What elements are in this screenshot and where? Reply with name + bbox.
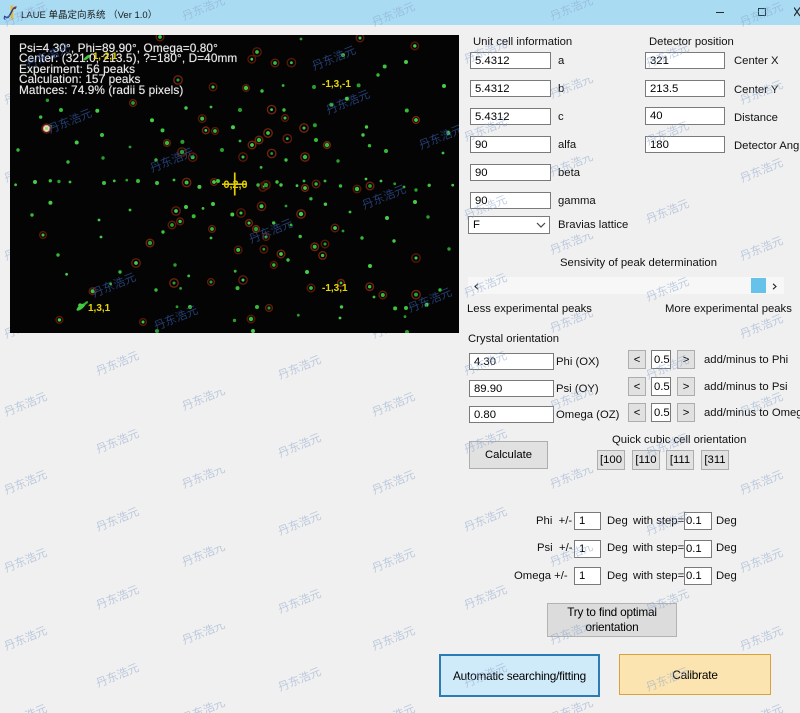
svg-text:0,2,0: 0,2,0 (224, 179, 248, 191)
